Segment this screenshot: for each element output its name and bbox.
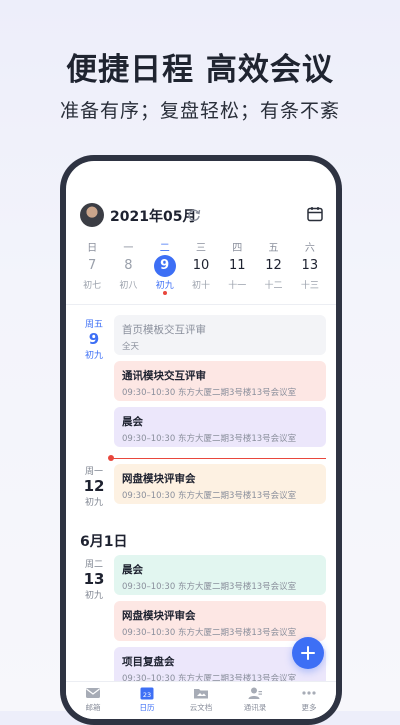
event-title: 晨会 [122,564,143,576]
date-group-label: 周五 9 初九 [74,317,114,361]
tab-label: 通讯录 [243,703,267,712]
refresh-icon[interactable] [186,207,202,223]
calendar-icon: 23 [140,687,154,700]
group-day: 13 [83,570,105,588]
today-dot [162,291,167,295]
bottom-tab-bar: 邮箱 23 日历 云文档 通讯录 更多 [66,681,336,719]
lunar-label: 初九 [155,281,174,291]
group-weekday: 周二 [84,560,103,570]
event-title: 首页模板交互评审 [122,324,206,336]
day-number: 13 [301,258,319,273]
calendar-badge-text: 23 [143,691,151,699]
tab-label: 云文档 [189,703,213,712]
group-day: 9 [88,330,100,348]
event-title: 网盘模块评审会 [122,473,196,485]
weekday-label: 六 [304,243,315,254]
tab-contacts[interactable]: 通讯录 [228,682,282,719]
event-card[interactable]: 晨会 09:30–10:30 东方大厦二期3号楼13号会议室 [114,555,326,595]
day-number: 12 [265,258,282,273]
day-number: 8 [124,258,133,273]
event-title: 网盘模块评审会 [122,610,196,622]
day-number: 10 [192,258,210,273]
event-detail: 09:30–10:30 东方大厦二期3号楼13号会议室 [122,434,297,444]
current-time-line [112,458,326,459]
phone-frame: 2021年05月 日 7 初七 一 8 初八 二 9 初九 三 10 初十 四 … [60,155,342,725]
weekday-label: 日 [87,243,98,254]
date-group-label: 周二 13 初九 [74,557,114,601]
mail-icon [86,688,100,698]
event-card[interactable]: 网盘模块评审会 09:30–10:30 东方大厦二期3号楼13号会议室 [114,464,326,504]
day-number: 7 [88,258,97,273]
event-detail: 09:30–10:30 东方大厦二期3号楼13号会议室 [122,628,297,638]
section-date-heading: 6月1日 [80,534,128,550]
event-card[interactable]: 晨会 09:30–10:30 东方大厦二期3号楼13号会议室 [114,407,326,447]
day-number-selected: 9 [153,255,176,277]
weekday-label: 一 [123,243,134,254]
day-number: 11 [228,258,246,273]
header-divider [66,304,336,305]
event-title: 项目复盘会 [122,656,175,668]
event-detail: 09:30–10:30 东方大厦二期3号楼13号会议室 [122,582,297,592]
calendar-header: 2021年05月 [80,201,324,229]
week-strip: 日 7 初七 一 8 初八 二 9 初九 三 10 初十 四 11 十一 五 1… [74,239,328,295]
event-card[interactable]: 通讯模块交互评审 09:30–10:30 东方大厦二期3号楼13号会议室 [114,361,326,401]
add-event-button[interactable] [292,637,324,669]
contacts-icon [248,687,262,699]
event-detail: 09:30–10:30 东方大厦二期3号楼13号会议室 [122,388,297,398]
event-title: 通讯模块交互评审 [122,370,206,382]
tab-label: 邮箱 [85,703,101,712]
event-card[interactable]: 网盘模块评审会 09:30–10:30 东方大厦二期3号楼13号会议室 [114,601,326,641]
lunar-label: 初七 [83,281,102,291]
day-saturday[interactable]: 六 13 十三 [292,239,328,295]
lunar-label: 初八 [119,281,138,291]
day-friday[interactable]: 五 12 十二 [255,239,291,295]
group-day: 12 [83,477,105,495]
day-tuesday-selected[interactable]: 二 9 初九 [147,239,183,295]
more-icon [302,691,316,695]
day-thursday[interactable]: 四 11 十一 [219,239,255,295]
month-title[interactable]: 2021年05月 [110,206,196,226]
tab-calendar[interactable]: 23 日历 [120,682,174,719]
event-title: 晨会 [122,416,143,428]
folder-icon [194,689,208,699]
calendar-view-icon[interactable] [306,205,324,223]
app-screen: 2021年05月 日 7 初七 一 8 初八 二 9 初九 三 10 初十 四 … [66,161,336,719]
weekday-label: 五 [268,243,279,254]
weekday-label: 二 [159,243,170,254]
lunar-label: 初十 [191,281,210,291]
tab-more[interactable]: 更多 [282,682,336,719]
lunar-label: 十三 [300,281,319,291]
event-card[interactable]: 首页模板交互评审 全天 [114,315,326,355]
date-group-label: 周一 12 初九 [74,464,114,508]
tab-cloud-docs[interactable]: 云文档 [174,682,228,719]
group-lunar: 初九 [84,351,103,361]
event-detail: 09:30–10:30 东方大厦二期3号楼13号会议室 [122,491,297,501]
group-lunar: 初九 [84,498,103,508]
lunar-label: 十一 [228,281,247,291]
promo-subline: 准备有序；复盘轻松；有条不紊 [59,100,340,122]
day-sunday[interactable]: 日 7 初七 [74,239,110,295]
event-detail: 全天 [122,342,140,352]
promo-headline: 便捷日程 高效会议 [66,52,334,88]
day-wednesday[interactable]: 三 10 初十 [183,239,219,295]
tab-label: 更多 [301,703,317,712]
tab-mail[interactable]: 邮箱 [66,682,120,719]
group-lunar: 初九 [84,591,103,601]
day-monday[interactable]: 一 8 初八 [110,239,146,295]
weekday-label: 三 [195,243,206,254]
lunar-label: 十二 [264,281,283,291]
tab-label: 日历 [139,703,155,712]
weekday-label: 四 [232,243,243,254]
group-weekday: 周五 [84,320,103,330]
group-weekday: 周一 [84,467,103,477]
avatar[interactable] [80,203,104,227]
